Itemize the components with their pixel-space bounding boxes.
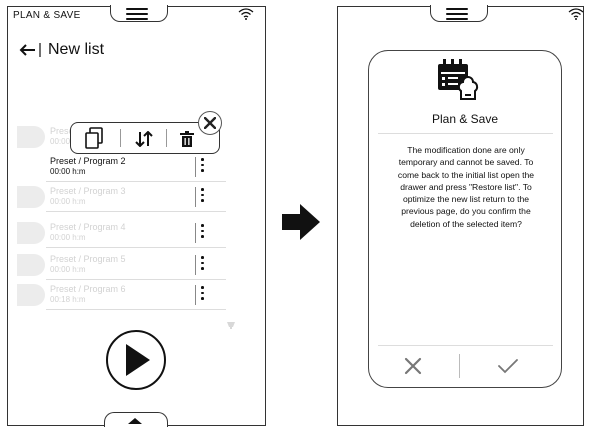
more-icon[interactable] xyxy=(201,286,205,303)
dialog-title: Plan & Save xyxy=(431,112,499,126)
more-icon[interactable] xyxy=(201,224,205,241)
sort-icon[interactable] xyxy=(135,131,153,147)
play-icon xyxy=(126,344,150,376)
header-title: PLAN & SAVE xyxy=(13,10,81,21)
cup-icon xyxy=(227,322,235,329)
list-item[interactable]: Preset / Program 4 00:00 h:m xyxy=(17,220,227,246)
wifi-icon xyxy=(568,8,584,20)
copy-icon[interactable] xyxy=(84,126,104,150)
back-arrow-icon[interactable] xyxy=(19,43,43,57)
list-item[interactable]: Preset / Program 6 00:18 h:m xyxy=(17,282,227,308)
more-icon[interactable] xyxy=(201,158,205,175)
trash-icon[interactable] xyxy=(180,131,194,147)
x-icon[interactable] xyxy=(404,357,422,375)
menu-icon[interactable] xyxy=(446,8,468,20)
more-icon[interactable] xyxy=(201,256,205,273)
more-icon[interactable] xyxy=(201,188,205,205)
list-item[interactable]: Preset / Program 5 00:00 h:m xyxy=(17,252,227,278)
menu-icon[interactable] xyxy=(126,8,148,20)
plan-save-icon xyxy=(438,59,479,100)
wifi-icon xyxy=(238,8,254,20)
transition-arrow-icon xyxy=(282,204,320,240)
list-item[interactable]: Preset / Program 2 00:00 h:m xyxy=(17,154,227,180)
check-icon[interactable] xyxy=(497,358,519,374)
dialog-message: The modification done are only temporary… xyxy=(397,145,535,229)
list-item[interactable]: Preset / Program 3 00:00 h:m xyxy=(17,184,227,210)
chevron-up-icon xyxy=(128,418,142,424)
close-icon xyxy=(204,117,216,129)
page-title: New list xyxy=(48,41,105,58)
